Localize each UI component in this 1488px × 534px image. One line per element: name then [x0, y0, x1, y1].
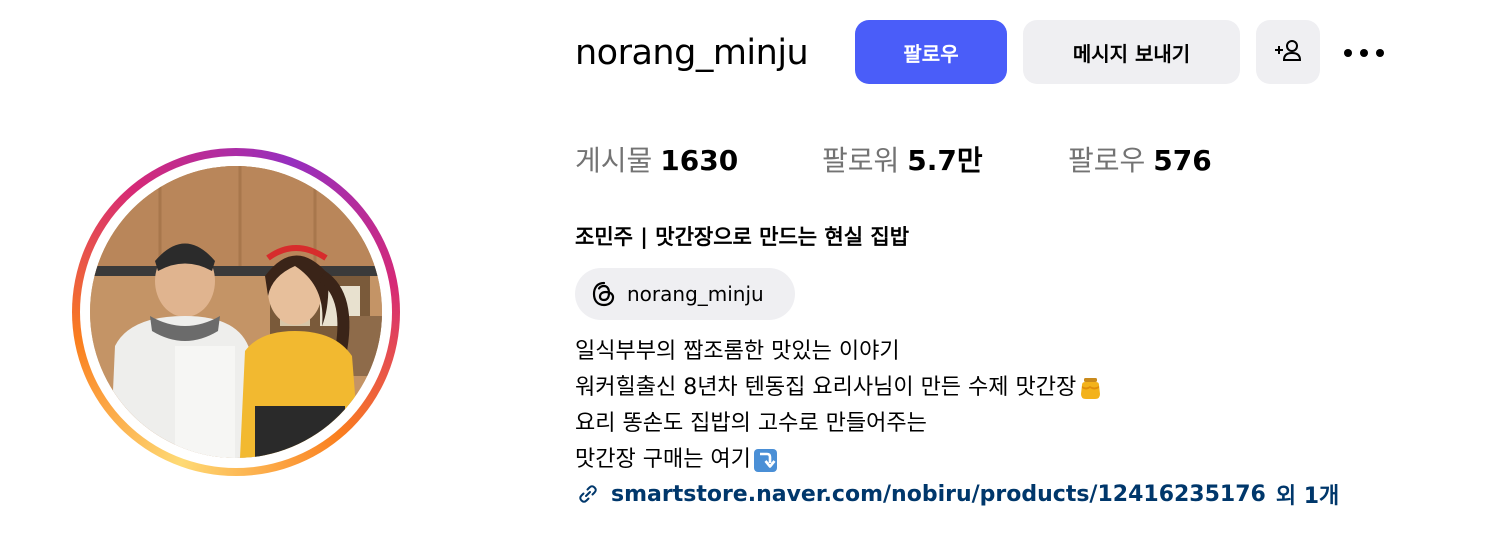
followers-count[interactable]: 팔로워 5.7만: [822, 142, 983, 180]
bio-line: 맛간장 구매는 여기: [575, 442, 1103, 478]
more-horizontal-icon: [1342, 43, 1386, 62]
avatar-story-ring[interactable]: [72, 148, 400, 476]
suggest-users-button[interactable]: [1256, 20, 1320, 84]
bio-line-text: 워커힐출신 8년차 텐동집 요리사님이 만든 수제 맛간장: [575, 375, 1077, 400]
following-count[interactable]: 팔로우 576: [1068, 142, 1212, 180]
avatar[interactable]: [90, 166, 382, 458]
full-name: 조민주 | 맛간장으로 만드는 현실 집밥: [575, 225, 910, 249]
down-arrow-emoji-icon: [753, 448, 778, 473]
avatar-photo-illustration: [90, 166, 382, 458]
followers-label: 팔로워: [822, 144, 900, 177]
bio-line: 요리 똥손도 집밥의 고수로 만들어주는: [575, 406, 1103, 442]
following-value: 576: [1153, 144, 1212, 177]
following-label: 팔로우: [1068, 144, 1146, 177]
bio: 일식부부의 짭조롬한 맛있는 이야기 워커힐출신 8년차 텐동집 요리사님이 만…: [575, 334, 1103, 478]
external-link[interactable]: smartstore.naver.com/nobiru/products/124…: [611, 482, 1266, 507]
add-person-icon: [1273, 38, 1303, 67]
bio-line-text: 요리 똥손도 집밥의 고수로 만들어주는: [575, 411, 927, 436]
link-icon: [575, 481, 601, 507]
threads-icon: [589, 279, 619, 309]
followers-value: 5.7만: [907, 144, 983, 177]
avatar-border: [80, 156, 392, 468]
external-link-row[interactable]: smartstore.naver.com/nobiru/products/124…: [575, 476, 1339, 512]
honey-pot-emoji-icon: [1078, 376, 1103, 401]
username: norang_minju: [575, 33, 809, 73]
profile-header: norang_minju 팔로우 메시지 보내기 게시물 1630 팔로워 5.7만: [0, 0, 1488, 534]
threads-link-chip[interactable]: norang_minju: [575, 268, 795, 320]
threads-handle: norang_minju: [627, 282, 764, 306]
posts-label: 게시물: [575, 144, 653, 177]
bio-line: 일식부부의 짭조롬한 맛있는 이야기: [575, 334, 1103, 370]
message-button[interactable]: 메시지 보내기: [1023, 20, 1240, 84]
posts-value: 1630: [660, 144, 739, 177]
posts-count: 게시물 1630: [575, 142, 738, 180]
external-link-more[interactable]: 외 1개: [1276, 478, 1339, 510]
more-options-button[interactable]: [1340, 32, 1388, 72]
follow-button[interactable]: 팔로우: [855, 20, 1007, 84]
bio-line-text: 일식부부의 짭조롬한 맛있는 이야기: [575, 339, 900, 364]
bio-line-text: 맛간장 구매는 여기: [575, 447, 751, 472]
bio-line: 워커힐출신 8년차 텐동집 요리사님이 만든 수제 맛간장: [575, 370, 1103, 406]
